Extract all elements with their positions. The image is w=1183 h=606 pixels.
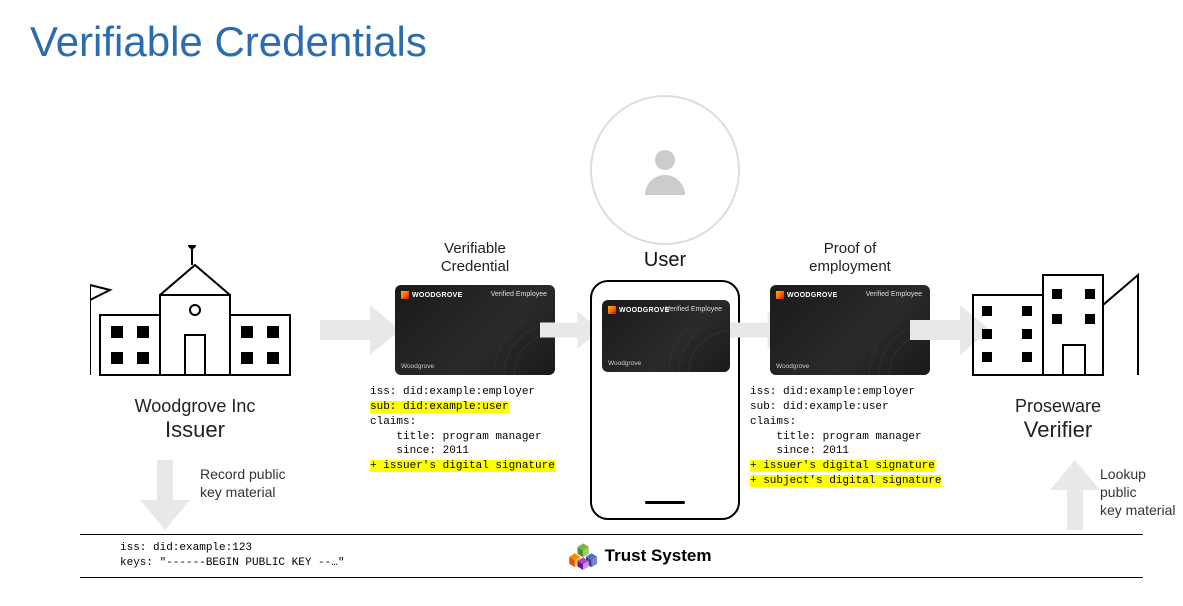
card-brand: Woodgrove	[608, 360, 641, 367]
proof-card: WOODGROVE Verified Employee Woodgrove	[770, 285, 930, 375]
arrow-record-down	[140, 460, 190, 530]
school-building-icon	[90, 245, 300, 385]
lookup-key-label: Lookup public key material	[1100, 465, 1180, 520]
verifiable-credential-card: WOODGROVE Verified Employee Woodgrove	[395, 285, 555, 375]
arrow-lookup-up	[1050, 460, 1100, 530]
code-line: claims:	[750, 416, 796, 428]
cube-icon	[569, 542, 597, 570]
code-line: sub: did:example:user	[750, 401, 889, 413]
record-key-label: Record public key material	[200, 465, 286, 501]
arrow-issuer-to-cred	[320, 305, 400, 355]
card-logo: WOODGROVE	[401, 291, 463, 299]
code-line-highlight: + issuer's digital signature	[370, 460, 555, 472]
issuer-role: Issuer	[90, 417, 300, 443]
code-line-highlight: sub: did:example:user	[370, 401, 509, 413]
code-line-highlight: + issuer's digital signature	[750, 460, 935, 472]
verifier-name: Proseware	[968, 396, 1148, 417]
code-line: iss: did:example:123	[120, 542, 252, 554]
credential-in-phone: WOODGROVE Verified Employee Woodgrove	[602, 300, 730, 372]
trust-system-bar: iss: did:example:123 keys: "------BEGIN …	[80, 534, 1143, 578]
verifier-block: Proseware Verifier	[968, 245, 1148, 443]
code-line: claims:	[370, 416, 416, 428]
code-line-highlight: + subject's digital signature	[750, 475, 941, 487]
card-logo-text: WOODGROVE	[412, 292, 463, 299]
card-badge: Verified Employee	[491, 291, 547, 298]
card-logo-text: WOODGROVE	[787, 292, 838, 299]
proof-label: Proof of employment	[770, 240, 930, 276]
trust-system-text: Trust System	[605, 546, 712, 566]
office-building-icon	[968, 245, 1148, 385]
issuer-name: Woodgrove Inc	[90, 396, 300, 417]
code-line: keys: "------BEGIN PUBLIC KEY --…"	[120, 557, 344, 569]
diagram-stage: Woodgrove Inc Issuer Verifiable Credenti…	[0, 90, 1183, 510]
page-title: Verifiable Credentials	[30, 18, 427, 66]
code-line: title: program manager	[370, 431, 542, 443]
code-line: iss: did:example:employer	[370, 386, 535, 398]
credential-code-right: iss: did:example:employer sub: did:examp…	[750, 385, 941, 489]
code-line: iss: did:example:employer	[750, 386, 915, 398]
card-brand: Woodgrove	[401, 363, 434, 370]
card-logo-text: WOODGROVE	[619, 307, 670, 314]
user-avatar-circle	[590, 95, 740, 245]
card-badge: Verified Employee	[666, 306, 722, 313]
user-label: User	[580, 249, 750, 272]
user-block: User WOODGROVE Verified Employee Woodgro…	[580, 95, 750, 520]
card-brand: Woodgrove	[776, 363, 809, 370]
trust-system-label: Trust System	[569, 542, 712, 570]
credential-label: Verifiable Credential	[395, 240, 555, 276]
code-line: since: 2011	[750, 445, 849, 457]
user-avatar-icon	[635, 140, 695, 200]
trust-system-code: iss: did:example:123 keys: "------BEGIN …	[120, 541, 344, 571]
verifier-role: Verifier	[968, 417, 1148, 443]
phone-icon: WOODGROVE Verified Employee Woodgrove	[590, 280, 740, 520]
code-line: title: program manager	[750, 431, 922, 443]
code-line: since: 2011	[370, 445, 469, 457]
credential-code-left: iss: did:example:employer sub: did:examp…	[370, 385, 555, 474]
issuer-block: Woodgrove Inc Issuer	[90, 245, 300, 443]
card-badge: Verified Employee	[866, 291, 922, 298]
